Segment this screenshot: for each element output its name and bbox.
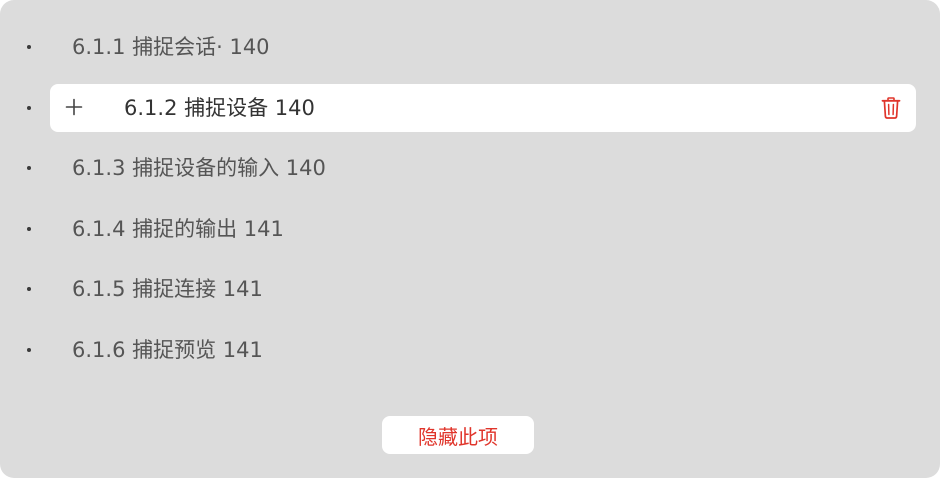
- add-button[interactable]: [60, 92, 88, 122]
- bullet-icon: [27, 105, 31, 110]
- bullet-icon: [27, 166, 31, 171]
- plus-icon: [65, 98, 83, 115]
- hide-item-button[interactable]: 隐藏此项: [382, 416, 534, 454]
- toc-item[interactable]: 6.1.5 捕捉连接 141: [0, 259, 940, 320]
- toc-list: 6.1.1 捕捉会话· 140 6.1.2 捕捉设备 140 6.1.3 捕捉设…: [0, 17, 940, 381]
- toc-panel: 6.1.1 捕捉会话· 140 6.1.2 捕捉设备 140 6.1.3 捕捉设…: [0, 0, 940, 478]
- toc-item-label: 6.1.2 捕捉设备 140: [124, 95, 315, 120]
- toc-item-label: 6.1.1 捕捉会话· 140: [72, 35, 270, 59]
- toc-item[interactable]: 6.1.6 捕捉预览 141: [0, 320, 940, 381]
- toc-item-label: 6.1.4 捕捉的输出 141: [72, 216, 284, 241]
- toc-item[interactable]: 6.1.4 捕捉的输出 141: [0, 199, 940, 260]
- toc-item-selected[interactable]: 6.1.2 捕捉设备 140: [0, 78, 940, 139]
- bullet-icon: [27, 45, 31, 49]
- bullet-icon: [27, 347, 31, 352]
- toc-item-label: 6.1.5 捕捉连接 141: [72, 277, 263, 302]
- toc-item-label: 6.1.6 捕捉预览 141: [72, 337, 263, 362]
- delete-button[interactable]: [876, 93, 906, 123]
- toc-item[interactable]: 6.1.1 捕捉会话· 140: [0, 17, 940, 78]
- bullet-icon: [27, 226, 31, 231]
- bullet-icon: [27, 287, 31, 292]
- toc-item[interactable]: 6.1.3 捕捉设备的输入 140: [0, 138, 940, 199]
- toc-item-label: 6.1.3 捕捉设备的输入 140: [72, 156, 326, 181]
- trash-icon: [881, 96, 901, 119]
